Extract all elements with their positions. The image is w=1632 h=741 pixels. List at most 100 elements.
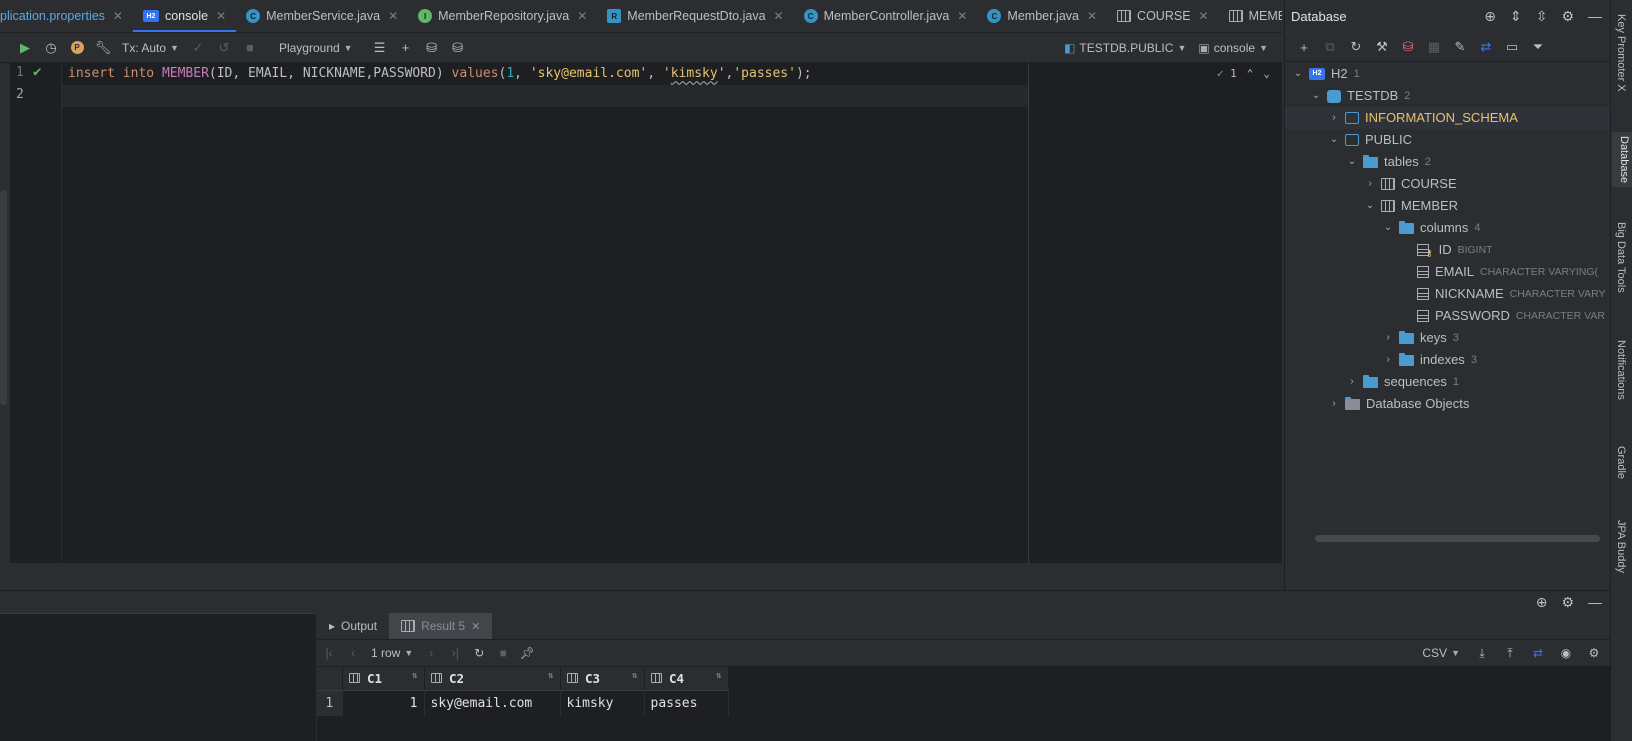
first-page-icon[interactable]: |‹ [317, 642, 341, 664]
output-layout-icon[interactable]: ☰ [367, 36, 393, 60]
inspection-widget[interactable]: ✓ 1 ⌃ ⌄ [1217, 67, 1270, 80]
crosshair-icon[interactable]: ⊕ [1536, 594, 1548, 611]
datasource-icon[interactable]: ⛁ [419, 36, 445, 60]
table-cell[interactable]: passes [644, 690, 729, 716]
next-highlight-icon[interactable]: ⌄ [1263, 67, 1270, 80]
tree-node-column-nickname[interactable]: NICKNAME CHARACTER VARY [1285, 283, 1610, 305]
table-cell[interactable]: 1 [342, 690, 425, 716]
close-icon[interactable]: ✕ [1199, 9, 1209, 23]
close-icon[interactable]: ✕ [774, 9, 784, 23]
services-tree[interactable] [0, 613, 316, 741]
tree-node-tables[interactable]: ⌄ tables 2 [1285, 151, 1610, 173]
result-grid[interactable]: C1 ⇅ C2 ⇅ C3 ⇅ C4 ⇅ 1 1 sky@email.com kimsky… [317, 667, 1610, 741]
stop-icon[interactable]: ■ [237, 36, 263, 60]
datasource-properties-icon[interactable]: ⚒ [1371, 36, 1393, 58]
tab-output[interactable]: ▸ Output [317, 613, 389, 639]
expand-all-icon[interactable]: ⇕ [1510, 8, 1522, 25]
refresh-icon[interactable]: ↻ [1345, 36, 1367, 58]
edit-icon[interactable]: ✎ [1449, 36, 1471, 58]
close-icon[interactable]: ✕ [957, 9, 967, 23]
pin-tab-icon[interactable]: 📌︎ [515, 642, 539, 664]
tree-node-columns[interactable]: ⌄ columns 4 [1285, 217, 1610, 239]
upload-icon[interactable]: ⤒ [1498, 642, 1522, 664]
minimize-icon[interactable]: — [1588, 8, 1602, 25]
copy-icon[interactable]: ⧉ [1319, 36, 1341, 58]
table-row[interactable]: 1 1 sky@email.com kimsky passes [317, 690, 729, 716]
table-cell[interactable]: kimsky [560, 690, 645, 716]
tree-node-public[interactable]: ⌄ PUBLIC [1285, 129, 1610, 151]
sort-icon[interactable]: ⇅ [632, 671, 637, 681]
reload-icon[interactable]: ↻ [467, 642, 491, 664]
sort-icon[interactable]: ⇅ [548, 671, 553, 681]
history-icon[interactable]: ◷ [38, 36, 64, 60]
tree-node-member[interactable]: ⌄ MEMBER [1285, 195, 1610, 217]
jump-to-editor-icon[interactable]: ⇄ [1475, 36, 1497, 58]
session-dropdown[interactable]: ▣ console ▼ [1192, 41, 1274, 55]
tree-node-column-id[interactable]: ⚷ ID BIGINT [1285, 239, 1610, 261]
column-header-c2[interactable]: C2 ⇅ [424, 667, 561, 691]
sql-editor[interactable]: 1 ✔ 2 insert into MEMBER(ID, EMAIL, NICK… [10, 63, 1282, 563]
column-header-c3[interactable]: C3 ⇅ [560, 667, 645, 691]
column-header-c4[interactable]: C4 ⇅ [644, 667, 729, 691]
tab-member-request-dto[interactable]: R MemberRequestDto.java ✕ [597, 0, 793, 32]
jpa-buddy-tab[interactable]: JPA Buddy [1615, 520, 1627, 573]
datasource-settings-icon[interactable]: ⛁ [445, 36, 471, 60]
tree-node-information-schema[interactable]: › INFORMATION_SCHEMA [1285, 107, 1610, 129]
gradle-tab[interactable]: Gradle [1615, 446, 1627, 479]
jump-to-editor-icon[interactable]: ⇄ [1526, 642, 1550, 664]
add-icon[interactable]: + [1293, 36, 1315, 58]
editor-scrollbar[interactable] [0, 190, 7, 405]
column-header-c1[interactable]: C1 ⇅ [342, 667, 425, 691]
minimize-icon[interactable]: — [1588, 594, 1602, 610]
tree-node-indexes[interactable]: › indexes 3 [1285, 349, 1610, 371]
tab-console[interactable]: H2 console ✕ [132, 0, 237, 32]
table-cell[interactable]: sky@email.com [424, 690, 561, 716]
database-tool-tab[interactable]: Database [1612, 132, 1632, 188]
collapse-all-icon[interactable]: ⇳ [1536, 8, 1548, 25]
export-format-dropdown[interactable]: CSV ▼ [1416, 646, 1466, 660]
disconnect-icon[interactable]: ⛁ [1397, 36, 1419, 58]
close-icon[interactable]: ✕ [577, 9, 587, 23]
gear-icon[interactable]: ⚙ [1561, 8, 1574, 25]
tree-node-keys[interactable]: › keys 3 [1285, 327, 1610, 349]
row-count-dropdown[interactable]: 1 row ▼ [365, 646, 419, 660]
tree-horizontal-scrollbar[interactable] [1315, 535, 1600, 542]
tab-member-service[interactable]: C MemberService.java ✕ [236, 0, 408, 32]
close-icon[interactable]: ✕ [216, 9, 226, 23]
tree-node-database-objects[interactable]: › Database Objects [1285, 393, 1610, 415]
big-data-tools-tab[interactable]: Big Data Tools [1615, 222, 1627, 293]
tree-node-sequences[interactable]: › sequences 1 [1285, 371, 1610, 393]
filter-icon[interactable]: ⏷ [1527, 36, 1549, 58]
key-promoter-x-tab[interactable]: Key Promoter X [1615, 14, 1627, 92]
rollback-icon[interactable]: ↺ [211, 36, 237, 60]
playground-dropdown[interactable]: Playground ▼ [273, 41, 359, 55]
tree-node-testdb[interactable]: ⌄ TESTDB 2 [1285, 85, 1610, 107]
gear-icon[interactable]: ⚙ [1582, 642, 1606, 664]
close-icon[interactable]: ✕ [388, 9, 398, 23]
settings-wrench-icon[interactable]: 🔧︎ [90, 36, 116, 60]
crosshair-icon[interactable]: ⊕ [1484, 8, 1496, 25]
tab-member-repository[interactable]: I MemberRepository.java ✕ [408, 0, 597, 32]
add-icon[interactable]: + [393, 36, 419, 60]
commit-icon[interactable]: ✓ [185, 36, 211, 60]
close-icon[interactable]: ✕ [471, 620, 480, 633]
close-icon[interactable]: ✕ [1087, 9, 1097, 23]
download-icon[interactable]: ⤓ [1470, 642, 1494, 664]
sort-icon[interactable]: ⇅ [412, 671, 417, 681]
last-page-icon[interactable]: ›| [443, 642, 467, 664]
tree-node-column-password[interactable]: PASSWORD CHARACTER VAR [1285, 305, 1610, 327]
notifications-tab[interactable]: Notifications [1615, 340, 1627, 400]
previous-page-icon[interactable]: ‹ [341, 642, 365, 664]
tab-member-table[interactable]: MEMBER ✕ [1219, 0, 1282, 32]
tab-member-java[interactable]: C Member.java ✕ [977, 0, 1107, 32]
tab-member-controller[interactable]: C MemberController.java ✕ [794, 0, 978, 32]
sort-icon[interactable]: ⇅ [716, 671, 721, 681]
ql-console-icon[interactable]: ▭ [1501, 36, 1523, 58]
execute-icon[interactable]: ▶ [12, 36, 38, 60]
tab-application-properties[interactable]: plication.properties ✕ [0, 0, 133, 32]
gear-icon[interactable]: ⚙ [1561, 594, 1574, 611]
view-options-eye-icon[interactable]: ◉ [1554, 642, 1578, 664]
parameters-icon[interactable]: P [64, 36, 90, 60]
tree-node-column-email[interactable]: EMAIL CHARACTER VARYING( [1285, 261, 1610, 283]
tree-node-h2[interactable]: ⌄ H2 H2 1 [1285, 63, 1610, 85]
